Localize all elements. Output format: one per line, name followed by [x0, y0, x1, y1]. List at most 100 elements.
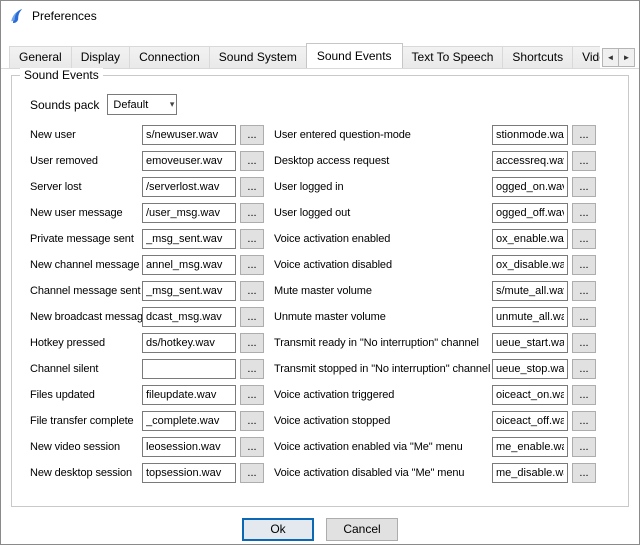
sound-event-label: Unmute master volume — [274, 311, 492, 323]
sound-file-input[interactable] — [142, 177, 236, 197]
sounds-pack-row: Sounds pack Default ▾ — [30, 94, 620, 115]
browse-button[interactable]: ... — [572, 177, 596, 197]
browse-button[interactable]: ... — [240, 463, 264, 483]
sound-file-input[interactable] — [492, 125, 568, 145]
sound-event-row: File transfer complete ... — [30, 411, 264, 431]
sound-file-input[interactable] — [492, 151, 568, 171]
chevron-down-icon: ▾ — [170, 99, 175, 110]
tab-sound-system[interactable]: Sound System — [209, 46, 307, 68]
sound-event-row: Voice activation triggered ... — [274, 385, 598, 405]
browse-button[interactable]: ... — [240, 359, 264, 379]
browse-button[interactable]: ... — [572, 203, 596, 223]
browse-button[interactable]: ... — [572, 333, 596, 353]
tab-text-to-speech[interactable]: Text To Speech — [402, 46, 504, 68]
sound-event-label: Voice activation triggered — [274, 389, 492, 401]
browse-button[interactable]: ... — [572, 463, 596, 483]
sound-file-input[interactable] — [142, 333, 236, 353]
tab-connection[interactable]: Connection — [129, 46, 210, 68]
browse-button[interactable]: ... — [572, 125, 596, 145]
sound-event-row: User logged in ... — [274, 177, 598, 197]
tab-bar: General Display Connection Sound System … — [1, 31, 639, 68]
browse-button[interactable]: ... — [572, 229, 596, 249]
browse-button[interactable]: ... — [572, 151, 596, 171]
sound-file-input[interactable] — [142, 229, 236, 249]
sound-file-input[interactable] — [492, 359, 568, 379]
tab-scroll-right-button[interactable]: ► — [618, 48, 635, 67]
browse-button[interactable]: ... — [572, 385, 596, 405]
sound-file-input[interactable] — [492, 437, 568, 457]
browse-button[interactable]: ... — [572, 307, 596, 327]
sound-event-label: Voice activation stopped — [274, 415, 492, 427]
sound-file-input[interactable] — [142, 281, 236, 301]
browse-button[interactable]: ... — [572, 411, 596, 431]
browse-button[interactable]: ... — [240, 177, 264, 197]
browse-button[interactable]: ... — [572, 255, 596, 275]
tab-label: Display — [81, 50, 120, 64]
sound-file-input[interactable] — [492, 385, 568, 405]
tab-label: Shortcuts — [512, 50, 563, 64]
arrow-left-icon: ◄ — [607, 53, 615, 62]
title-bar[interactable]: Preferences — [1, 1, 639, 31]
browse-button[interactable]: ... — [240, 281, 264, 301]
sound-file-input[interactable] — [492, 307, 568, 327]
sound-file-input[interactable] — [142, 203, 236, 223]
sound-event-row: Desktop access request ... — [274, 151, 598, 171]
sound-file-input[interactable] — [492, 229, 568, 249]
sound-event-label: User logged out — [274, 207, 492, 219]
browse-button[interactable]: ... — [240, 385, 264, 405]
browse-button[interactable]: ... — [240, 307, 264, 327]
sounds-pack-label: Sounds pack — [30, 98, 99, 112]
tab-video[interactable]: Video — [572, 46, 600, 68]
sound-event-row: Voice activation enabled ... — [274, 229, 598, 249]
tab-strip: General Display Connection Sound System … — [9, 43, 600, 68]
browse-button[interactable]: ... — [572, 359, 596, 379]
tab-general[interactable]: General — [9, 46, 72, 68]
sound-event-row: Private message sent ... — [30, 229, 264, 249]
browse-button[interactable]: ... — [240, 333, 264, 353]
tab-display[interactable]: Display — [71, 46, 130, 68]
sound-event-label: New user — [30, 129, 142, 141]
sounds-pack-value: Default — [113, 99, 169, 111]
sounds-pack-select[interactable]: Default ▾ — [107, 94, 177, 115]
sound-event-label: Voice activation disabled — [274, 259, 492, 271]
sound-event-label: Desktop access request — [274, 155, 492, 167]
browse-button[interactable]: ... — [240, 151, 264, 171]
sound-file-input[interactable] — [142, 151, 236, 171]
browse-button[interactable]: ... — [240, 255, 264, 275]
sound-file-input[interactable] — [492, 463, 568, 483]
sound-event-row: New user message ... — [30, 203, 264, 223]
tab-sound-events[interactable]: Sound Events — [306, 43, 403, 68]
ok-button[interactable]: Ok — [242, 518, 314, 541]
sound-file-input[interactable] — [142, 255, 236, 275]
sound-file-input[interactable] — [142, 411, 236, 431]
sound-event-row: Mute master volume ... — [274, 281, 598, 301]
browse-button[interactable]: ... — [572, 437, 596, 457]
sound-event-row: Voice activation stopped ... — [274, 411, 598, 431]
browse-button[interactable]: ... — [240, 203, 264, 223]
sound-file-input[interactable] — [142, 125, 236, 145]
sound-file-input[interactable] — [492, 203, 568, 223]
sound-event-label: Transmit ready in "No interruption" chan… — [274, 337, 492, 349]
sound-file-input[interactable] — [142, 463, 236, 483]
sound-events-groupbox: Sound Events Sounds pack Default ▾ New u… — [11, 75, 629, 507]
sound-file-input[interactable] — [142, 359, 236, 379]
sound-file-input[interactable] — [142, 385, 236, 405]
sound-file-input[interactable] — [492, 177, 568, 197]
tab-shortcuts[interactable]: Shortcuts — [502, 46, 573, 68]
sound-file-input[interactable] — [142, 307, 236, 327]
sound-event-row: Voice activation disabled via "Me" menu … — [274, 463, 598, 483]
sound-file-input[interactable] — [492, 411, 568, 431]
sound-file-input[interactable] — [142, 437, 236, 457]
browse-button[interactable]: ... — [240, 125, 264, 145]
cancel-button[interactable]: Cancel — [326, 518, 398, 541]
tab-label: Sound Events — [317, 49, 392, 63]
sound-file-input[interactable] — [492, 281, 568, 301]
browse-button[interactable]: ... — [240, 411, 264, 431]
tab-scroll-left-button[interactable]: ◄ — [602, 48, 619, 67]
browse-button[interactable]: ... — [240, 229, 264, 249]
browse-button[interactable]: ... — [572, 281, 596, 301]
tab-label: Sound System — [219, 50, 297, 64]
sound-file-input[interactable] — [492, 255, 568, 275]
sound-file-input[interactable] — [492, 333, 568, 353]
browse-button[interactable]: ... — [240, 437, 264, 457]
